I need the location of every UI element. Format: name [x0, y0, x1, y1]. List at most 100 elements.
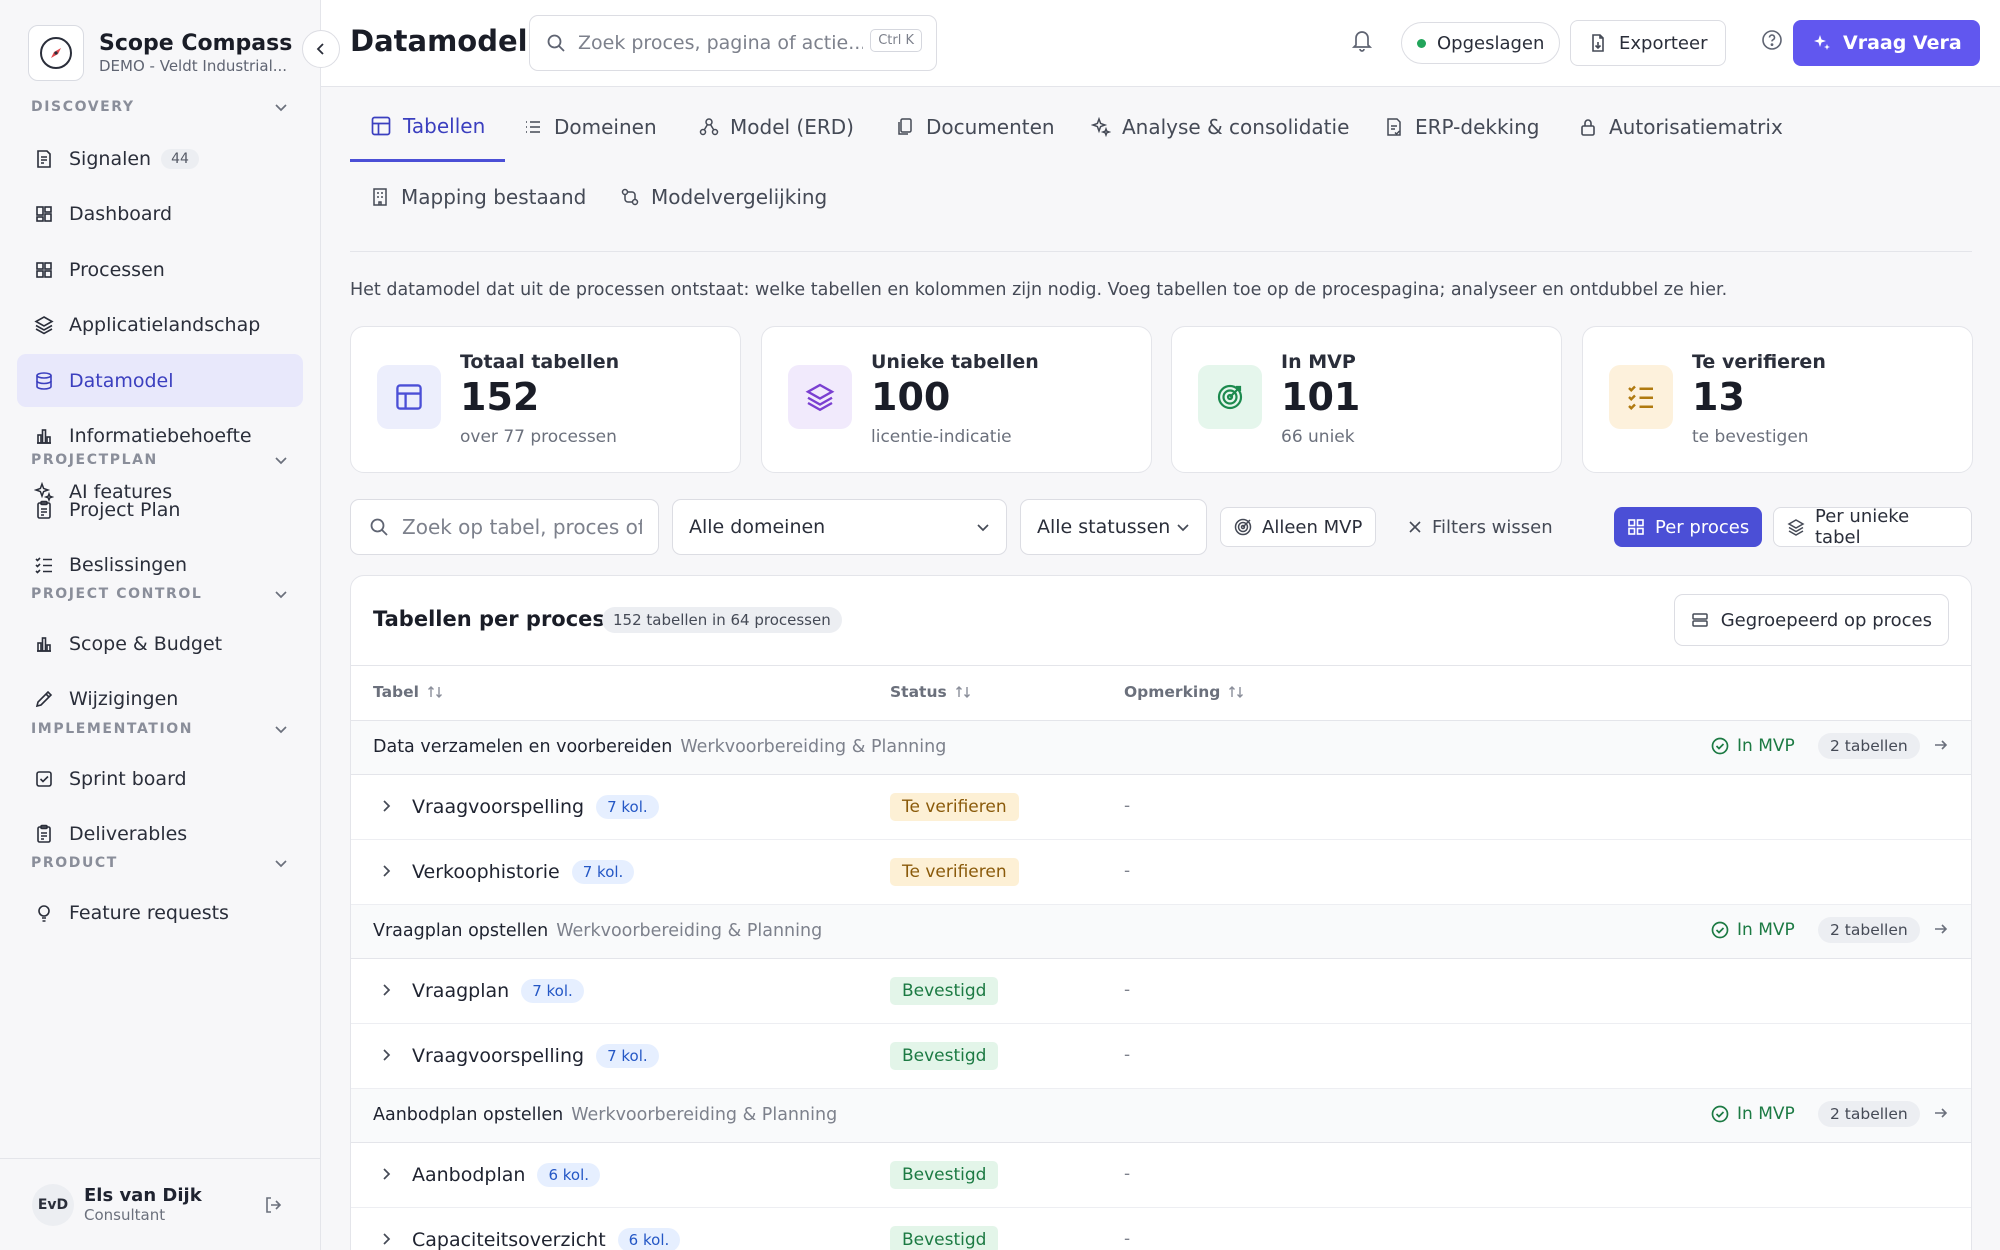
sidebar-item-label: Datamodel: [69, 369, 174, 392]
chevron-right-icon[interactable]: [379, 1047, 393, 1063]
remark-cell: -: [1124, 861, 1131, 881]
chevron-down-icon: [1176, 520, 1190, 534]
global-search-input[interactable]: [578, 32, 863, 54]
stat-label: In MVP: [1281, 351, 1356, 373]
nav-section: PROJECTPLAN Project Plan Beslissingen: [0, 440, 320, 594]
chevron-down-icon: [976, 520, 990, 534]
user-card[interactable]: EvD Els van Dijk Consultant: [0, 1158, 320, 1250]
tab-modelvergelijking[interactable]: Modelvergelijking: [600, 162, 847, 232]
table-row[interactable]: Vraagvoorspelling 7 kol. Te verifieren -: [351, 775, 1971, 840]
process-group-row[interactable]: Data verzamelen en voorbereiden Werkvoorb…: [351, 721, 1971, 775]
rows-icon: [1691, 611, 1709, 629]
view-per-process-button[interactable]: Per proces: [1614, 507, 1763, 547]
clear-filters-button[interactable]: Filters wissen: [1395, 507, 1566, 547]
view-per-table-button[interactable]: Per unieke tabel: [1773, 506, 1972, 548]
domain-select[interactable]: Alle domeinen: [672, 499, 1007, 555]
chevron-right-icon[interactable]: [379, 863, 393, 879]
col-status[interactable]: Status: [890, 683, 971, 701]
process-group-row[interactable]: Vraagplan opstellen Werkvoorbereiding & P…: [351, 905, 1971, 959]
sidebar-item-scope-budget[interactable]: Scope & Budget: [17, 617, 303, 670]
section-header[interactable]: DISCOVERY: [0, 87, 320, 127]
group-by-button[interactable]: Gegroepeerd op proces: [1673, 594, 1949, 646]
tab-autorisatiematrix[interactable]: Autorisatiematrix: [1558, 92, 1803, 162]
brand-title: Scope Compass: [99, 30, 293, 56]
logout-icon[interactable]: [263, 1195, 283, 1215]
section-header[interactable]: PROJECT CONTROL: [0, 574, 320, 614]
tab-label: Modelvergelijking: [651, 185, 828, 209]
stat-subtext: te bevestigen: [1692, 427, 1809, 447]
check-circle-icon: [1711, 921, 1729, 939]
chevron-right-icon[interactable]: [379, 798, 393, 814]
mvp-status: In MVP: [1711, 1104, 1795, 1124]
sidebar-item-signalen[interactable]: Signalen 44: [17, 132, 303, 185]
section-header[interactable]: PROJECTPLAN: [0, 440, 320, 480]
sidebar-item-applicatielandschap[interactable]: Applicatielandschap: [17, 299, 303, 352]
chevron-right-icon[interactable]: [379, 1166, 393, 1182]
status-select[interactable]: Alle statussen: [1020, 499, 1207, 555]
process-domain: Werkvoorbereiding & Planning: [556, 921, 823, 941]
table-row[interactable]: Vraagvoorspelling 7 kol. Bevestigd -: [351, 1024, 1971, 1089]
table-row[interactable]: Aanbodplan 6 kol. Bevestigd -: [351, 1143, 1971, 1208]
help-icon[interactable]: [1761, 29, 1783, 55]
tab-analyse-consolidatie[interactable]: Analyse & consolidatie: [1071, 92, 1369, 162]
clipboard-icon: [33, 499, 55, 521]
sidebar-item-processen[interactable]: Processen: [17, 243, 303, 296]
table-name: Vraagvoorspelling: [412, 796, 585, 818]
file-export-icon: [1589, 33, 1607, 53]
global-search[interactable]: Ctrl K: [529, 15, 937, 71]
section-header[interactable]: PRODUCT: [0, 843, 320, 883]
table-row[interactable]: Vraagplan 7 kol. Bevestigd -: [351, 959, 1971, 1024]
mvp-only-label: Alleen MVP: [1262, 516, 1363, 538]
erd-icon: [699, 117, 719, 137]
process-name: Data verzamelen en voorbereiden Werkvoorb…: [373, 737, 946, 757]
section-title: IMPLEMENTATION: [31, 721, 194, 737]
tab-model-erd-[interactable]: Model (ERD): [679, 92, 874, 162]
stat-label: Totaal tabellen: [460, 351, 620, 373]
sidebar-item-datamodel[interactable]: Datamodel: [17, 354, 303, 407]
dashboard-icon: [33, 203, 55, 225]
sidebar-item-dashboard[interactable]: Dashboard: [17, 188, 303, 241]
checklist-icon: [1609, 365, 1673, 429]
table-row[interactable]: Verkoophistorie 7 kol. Te verifieren -: [351, 840, 1971, 905]
stat-card-unieke-tabellen: Unieke tabellen 100 licentie-indicatie: [761, 326, 1152, 473]
stat-card-in-mvp: In MVP 101 66 uniek: [1171, 326, 1562, 473]
collapse-sidebar-button[interactable]: [302, 30, 340, 68]
col-tabel[interactable]: Tabel: [373, 683, 443, 701]
mvp-only-toggle[interactable]: Alleen MVP: [1220, 507, 1377, 547]
tab-documenten[interactable]: Documenten: [875, 92, 1075, 162]
tab-label: Model (ERD): [730, 115, 854, 139]
sidebar-item-feature-requests[interactable]: Feature requests: [17, 886, 303, 939]
arrow-right-icon[interactable]: [1933, 1105, 1949, 1121]
tab-domeinen[interactable]: Domeinen: [503, 92, 677, 162]
chevron-right-icon[interactable]: [379, 982, 393, 998]
sidebar-item-project-plan[interactable]: Project Plan: [17, 483, 303, 536]
tab-erp-dekking[interactable]: ERP-dekking: [1364, 92, 1559, 162]
column-count-badge: 7 kol.: [596, 795, 659, 819]
bell-icon[interactable]: [1351, 28, 1373, 56]
check-circle-icon: [1711, 737, 1729, 755]
section-header[interactable]: IMPLEMENTATION: [0, 709, 320, 749]
avatar: EvD: [32, 1183, 74, 1226]
export-label: Exporteer: [1619, 32, 1708, 54]
target-icon: [1234, 518, 1252, 536]
arrow-right-icon[interactable]: [1933, 737, 1949, 753]
tab-tabellen[interactable]: Tabellen: [350, 92, 506, 162]
sidebar: Scope Compass DEMO - Veldt Industrial...…: [0, 0, 321, 1250]
column-count-badge: 6 kol.: [537, 1163, 601, 1187]
export-button[interactable]: Exporteer: [1570, 20, 1727, 66]
sidebar-item-label: Dashboard: [69, 203, 173, 225]
col-opmerking[interactable]: Opmerking: [1124, 683, 1244, 701]
sidebar-item-sprint-board[interactable]: Sprint board: [17, 752, 303, 805]
tab-mapping-bestaand[interactable]: Mapping bestaand: [350, 162, 606, 232]
chevron-right-icon[interactable]: [379, 1231, 393, 1247]
table-row[interactable]: Capaciteitsoverzicht 6 kol. Bevestigd -: [351, 1208, 1971, 1250]
list-icon: [523, 117, 543, 137]
process-group-row[interactable]: Aanbodplan opstellen Werkvoorbereiding & …: [351, 1089, 1971, 1143]
ask-vera-button[interactable]: Vraag Vera: [1793, 20, 1980, 66]
arrow-right-icon[interactable]: [1933, 921, 1949, 937]
process-name: Vraagplan opstellen Werkvoorbereiding & P…: [373, 921, 822, 941]
table-search[interactable]: [350, 499, 659, 555]
remark-cell: -: [1124, 1164, 1131, 1184]
table-search-input[interactable]: [402, 515, 642, 539]
mvp-status-label: In MVP: [1737, 1104, 1795, 1124]
